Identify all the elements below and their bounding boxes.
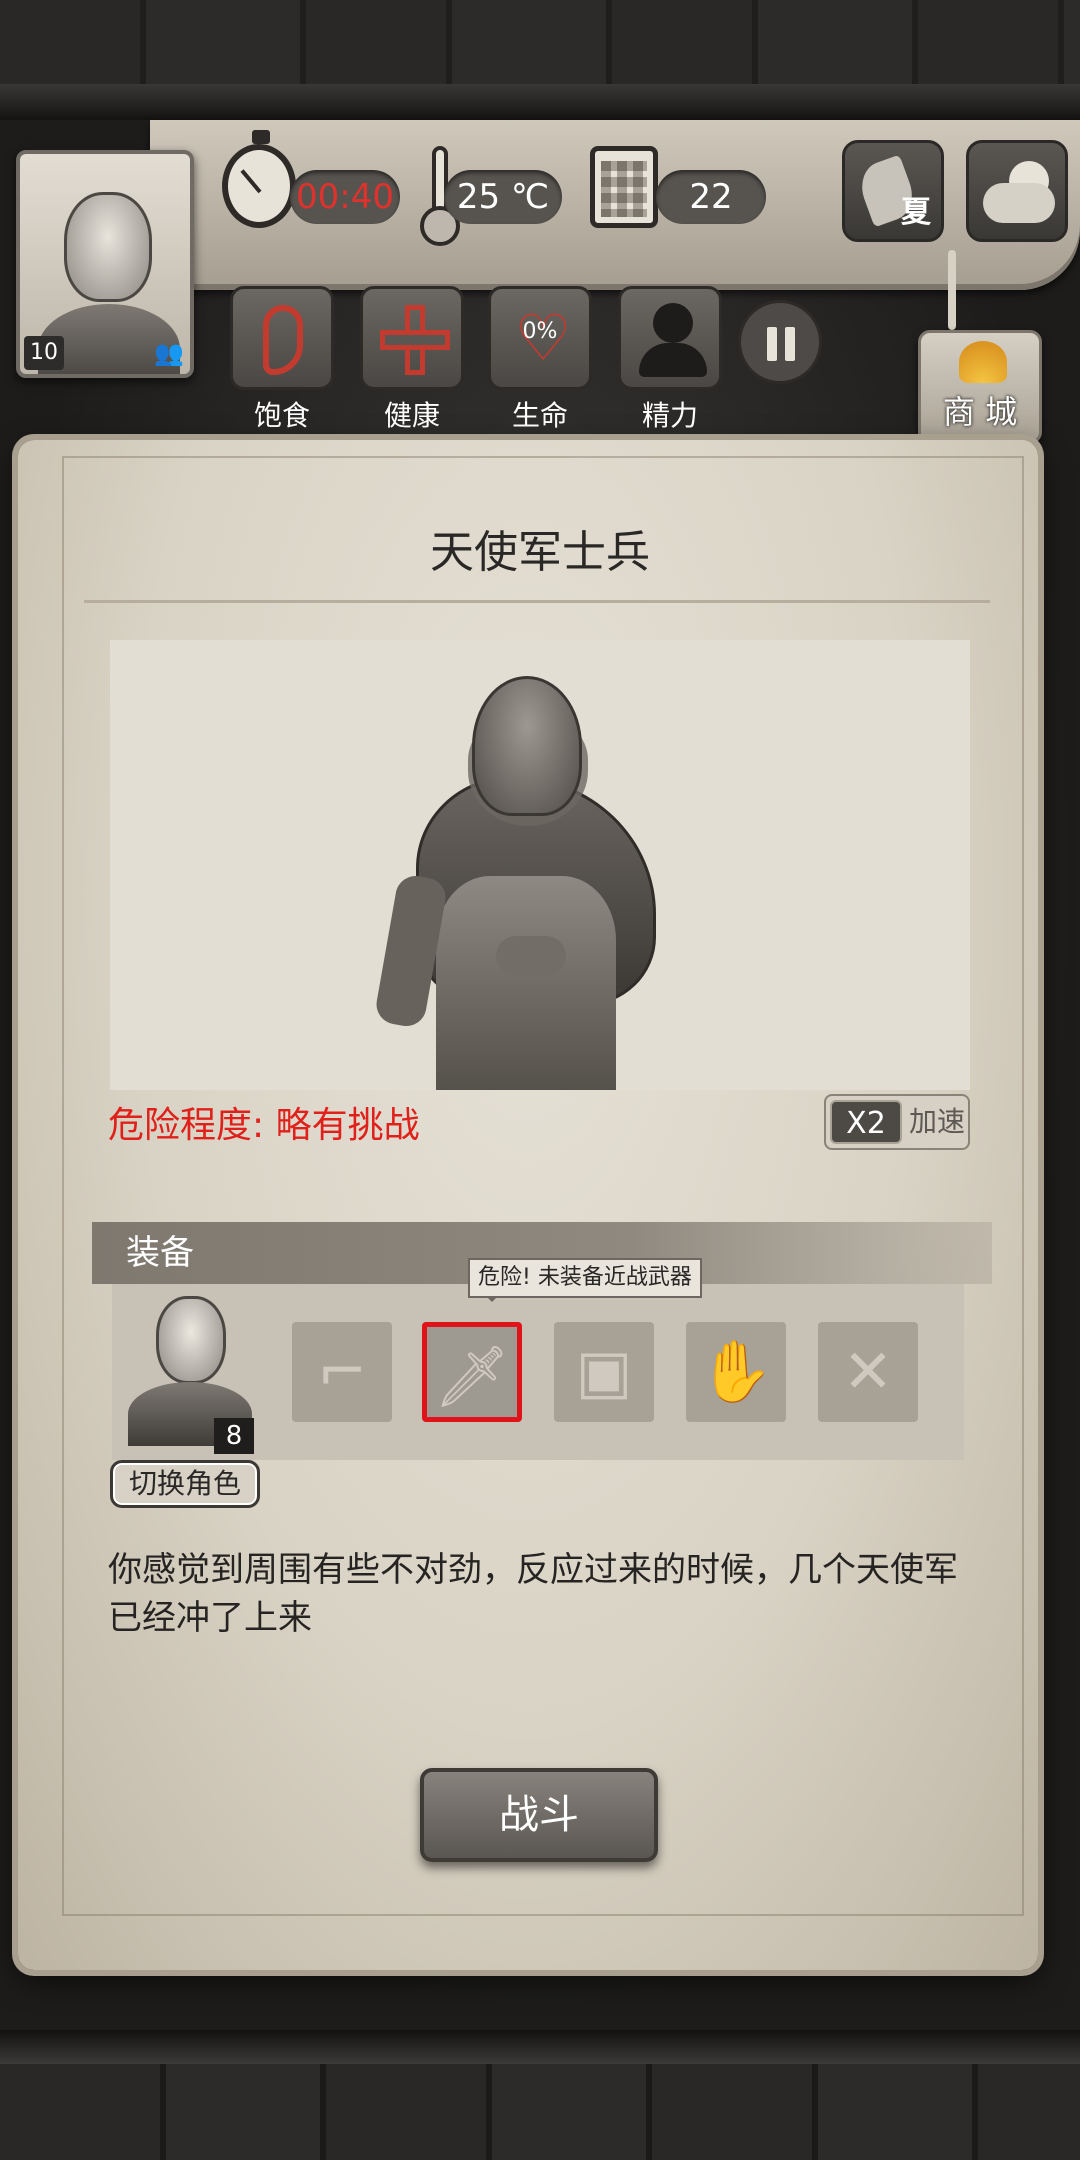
speed-toggle[interactable]: X2 加速: [824, 1094, 970, 1150]
speed-label: 加速: [908, 1105, 965, 1138]
enemy-illustration: [373, 676, 696, 1090]
life-percent: 0%: [522, 319, 558, 344]
stat-health-label: 健康: [383, 399, 440, 432]
pistol-icon: ⌐: [316, 1337, 368, 1407]
stopwatch-icon: [222, 130, 296, 228]
energy-icon: [653, 303, 693, 343]
fight-button[interactable]: 战斗: [420, 1768, 658, 1862]
time-display: 00:40: [290, 170, 400, 224]
title-divider: [84, 600, 990, 603]
switch-character-button[interactable]: 切换角色: [110, 1460, 260, 1508]
stat-life-label: 生命: [511, 399, 568, 432]
equipment-title: 装备: [126, 1233, 194, 1273]
slot-melee-weapon[interactable]: 🗡: [422, 1322, 522, 1422]
temperature-display: 25 ℃: [444, 170, 562, 224]
stat-energy-label: 精力: [641, 399, 698, 432]
shop-rope: [948, 250, 956, 330]
season-button[interactable]: 夏: [842, 140, 944, 242]
stomach-icon: [263, 305, 303, 375]
shell-icon: [959, 341, 1007, 383]
stat-satiety[interactable]: [230, 286, 334, 390]
party-icon: 👥: [154, 339, 184, 367]
stat-satiety-label: 饱食: [253, 399, 310, 432]
stat-energy[interactable]: [618, 286, 722, 390]
encounter-story: 你感觉到周围有些不对劲，反应过来的时候，几个天使军已经冲了上来: [108, 1550, 958, 1638]
cloud-icon: [983, 183, 1055, 223]
calendar-icon: [590, 146, 658, 228]
portrait-level-badge: 10: [24, 336, 64, 370]
pause-button[interactable]: [738, 300, 822, 384]
stat-health[interactable]: [360, 286, 464, 390]
shop-button[interactable]: 商 城: [918, 330, 1042, 444]
shop-label: 商 城: [942, 393, 1018, 431]
slot-gloves[interactable]: ✋: [686, 1322, 786, 1422]
dagger-icon: 🗡: [433, 1342, 511, 1412]
slot-ammo[interactable]: ✕: [818, 1322, 918, 1422]
bottom-wood-frame: [0, 2030, 1080, 2160]
enemy-name: 天使军士兵: [430, 527, 650, 578]
weather-button[interactable]: [966, 140, 1068, 242]
slot-ranged-weapon[interactable]: ⌐: [292, 1322, 392, 1422]
slot-armor[interactable]: ▣: [554, 1322, 654, 1422]
armor-icon: ▣: [575, 1337, 633, 1407]
stat-life[interactable]: ♡ 0%: [488, 286, 592, 390]
glove-icon: ✋: [698, 1337, 774, 1407]
top-wood-frame: [0, 0, 1080, 120]
character-level-badge: 8: [214, 1418, 254, 1454]
danger-level: 危险程度: 略有挑战: [108, 1105, 420, 1146]
portrait-head: [64, 192, 152, 302]
arrows-icon: ✕: [842, 1337, 894, 1407]
speed-multiplier: X2: [830, 1100, 902, 1144]
player-portrait[interactable]: 10 👥: [16, 150, 194, 378]
day-display: 22: [656, 170, 766, 224]
season-label: 夏: [901, 195, 931, 230]
melee-warning-tooltip: 危险! 未装备近战武器: [468, 1258, 702, 1302]
